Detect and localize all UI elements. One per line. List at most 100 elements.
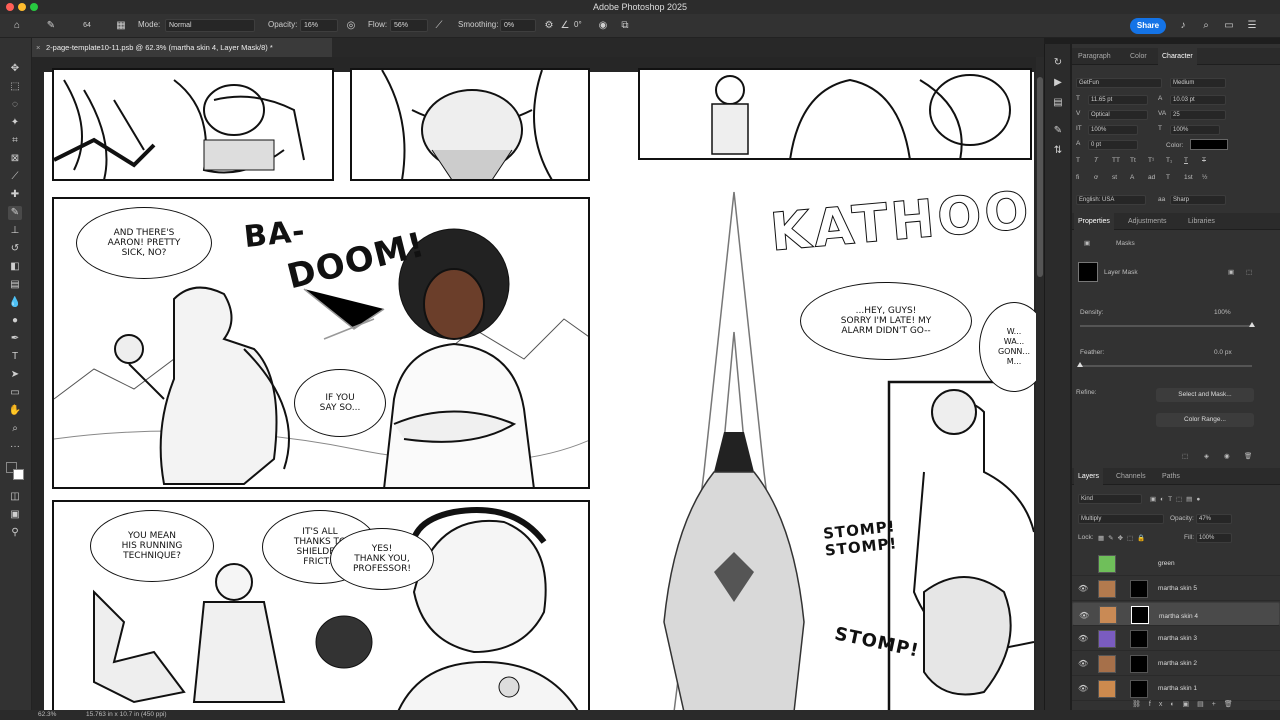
background-color-swatch[interactable] bbox=[13, 469, 24, 480]
enable-mask-icon[interactable]: ◉ bbox=[1224, 452, 1230, 460]
healing-brush-icon[interactable]: ✚ bbox=[8, 188, 22, 202]
subscript-button[interactable]: T₁ bbox=[1166, 157, 1172, 164]
brush-tool-icon[interactable]: ✎ bbox=[8, 206, 22, 220]
lasso-tool-icon[interactable]: ◌ bbox=[8, 98, 22, 112]
crop-tool-icon[interactable]: ⌗ bbox=[8, 134, 22, 148]
layer-filter-icons[interactable]: ▣◐T⬚▤● bbox=[1150, 495, 1204, 503]
layer-mask-thumbnail[interactable] bbox=[1130, 680, 1148, 698]
canvas-area[interactable]: AND THERE'S AARON! PRETTY SICK, NO? BA- … bbox=[32, 57, 1044, 710]
gear-icon[interactable]: ⚙ bbox=[542, 19, 556, 33]
language-select[interactable]: English: USA bbox=[1076, 195, 1146, 205]
font-family-select[interactable]: GetFun bbox=[1076, 78, 1162, 88]
select-and-mask-button[interactable]: Select and Mask... bbox=[1156, 388, 1254, 402]
eraser-icon[interactable]: ◧ bbox=[8, 260, 22, 274]
swash-button[interactable]: A bbox=[1130, 174, 1134, 181]
font-size-field[interactable]: 11.65 pt bbox=[1088, 95, 1148, 105]
tab-paragraph[interactable]: Paragraph bbox=[1074, 48, 1115, 65]
superscript-button[interactable]: T¹ bbox=[1148, 157, 1154, 164]
visibility-eye-icon[interactable]: 👁 bbox=[1078, 634, 1088, 643]
rectangle-tool-icon[interactable]: ▭ bbox=[8, 386, 22, 400]
eyedropper-icon[interactable]: ⟋ bbox=[8, 170, 22, 184]
comments-icon[interactable]: ▤ bbox=[1051, 96, 1065, 110]
airbrush-icon[interactable]: ⟋ bbox=[432, 19, 446, 33]
magic-wand-icon[interactable]: ✦ bbox=[8, 116, 22, 130]
layer-actions-bar[interactable]: ⛓fx◐▣▤+🗑 bbox=[1132, 700, 1272, 710]
all-caps-button[interactable]: TT bbox=[1112, 157, 1120, 164]
flow-field[interactable]: 56% bbox=[390, 19, 428, 32]
path-selection-icon[interactable]: ➤ bbox=[8, 368, 22, 382]
text-color-swatch[interactable] bbox=[1190, 139, 1228, 150]
pressure-size-icon[interactable]: ◉ bbox=[596, 19, 610, 33]
horizontal-scale-field[interactable]: 100% bbox=[1170, 125, 1220, 135]
feather-slider[interactable] bbox=[1077, 362, 1252, 367]
workspace-icon[interactable]: ▭ bbox=[1222, 19, 1236, 33]
ordinals-button[interactable]: 1st bbox=[1184, 174, 1193, 181]
visibility-eye-icon[interactable]: 👁 bbox=[1078, 584, 1088, 593]
select-pixel-mask-icon[interactable]: ▣ bbox=[1228, 268, 1234, 276]
tab-adjustments[interactable]: Adjustments bbox=[1124, 213, 1171, 230]
comic-page[interactable]: AND THERE'S AARON! PRETTY SICK, NO? BA- … bbox=[44, 68, 1044, 710]
scrollbar-thumb[interactable] bbox=[1037, 77, 1043, 277]
brush-tool-icon[interactable]: ✎ bbox=[44, 19, 58, 33]
smoothing-field[interactable]: 0% bbox=[500, 19, 536, 32]
layer-row[interactable]: 👁 martha skin 4 bbox=[1072, 602, 1280, 626]
tracking-field[interactable]: 25 bbox=[1170, 110, 1226, 120]
hand-tool-icon[interactable]: ✋ bbox=[8, 404, 22, 418]
tab-paths[interactable]: Paths bbox=[1158, 468, 1184, 485]
gradient-tool-icon[interactable]: ▤ bbox=[8, 278, 22, 292]
pressure-opacity-icon[interactable]: ◎ bbox=[344, 19, 358, 33]
layer-blend-mode-select[interactable]: Multiply bbox=[1078, 514, 1164, 524]
more-icon[interactable]: ☰ bbox=[1245, 19, 1259, 33]
density-value[interactable]: 100% bbox=[1214, 309, 1231, 316]
more-tools-icon[interactable]: ··· bbox=[8, 440, 22, 454]
bell-icon[interactable]: ♪ bbox=[1176, 19, 1190, 33]
tab-color[interactable]: Color bbox=[1126, 48, 1151, 65]
visibility-eye-icon[interactable]: 👁 bbox=[1079, 610, 1089, 621]
alternates-button[interactable]: ơ bbox=[1094, 174, 1098, 181]
layer-fill-field[interactable]: 100% bbox=[1196, 533, 1232, 543]
kerning-field[interactable]: Optical bbox=[1088, 110, 1148, 120]
home-icon[interactable]: ⌂ bbox=[10, 19, 24, 33]
document-tab[interactable]: × 2-page-template10-11.psb @ 62.3% (mart… bbox=[32, 38, 332, 57]
tab-libraries[interactable]: Libraries bbox=[1184, 213, 1219, 230]
font-style-select[interactable]: Medium bbox=[1170, 78, 1226, 88]
symmetry-icon[interactable]: ⧉ bbox=[618, 19, 632, 33]
faux-italic-button[interactable]: T bbox=[1094, 157, 1098, 164]
discretionary-ligatures-button[interactable]: st bbox=[1112, 174, 1117, 181]
layer-mask-thumbnail[interactable] bbox=[1130, 580, 1148, 598]
layer-filter-kind[interactable]: Kind bbox=[1078, 494, 1142, 504]
tab-properties[interactable]: Properties bbox=[1074, 213, 1114, 230]
type-tool-icon[interactable]: T bbox=[8, 350, 22, 364]
maximize-window-button[interactable] bbox=[30, 3, 38, 11]
faux-bold-button[interactable]: T bbox=[1076, 157, 1080, 164]
layer-row[interactable]: 👁 martha skin 1 bbox=[1072, 677, 1280, 701]
layer-mask-thumbnail[interactable] bbox=[1131, 606, 1149, 624]
load-selection-icon[interactable]: ⬚ bbox=[1182, 452, 1188, 460]
stylistic-button[interactable]: ad bbox=[1148, 174, 1155, 181]
brush-settings-icon[interactable]: ▦ bbox=[114, 19, 128, 33]
leading-field[interactable]: 10.03 pt bbox=[1170, 95, 1226, 105]
layer-row[interactable]: 👁 martha skin 2 bbox=[1072, 652, 1280, 676]
move-tool-icon[interactable]: ✥ bbox=[8, 62, 22, 76]
delete-mask-icon[interactable]: 🗑 bbox=[1244, 452, 1252, 460]
layer-opacity-field[interactable]: 47% bbox=[1196, 514, 1232, 524]
actions-play-icon[interactable]: ▶ bbox=[1051, 76, 1065, 90]
edit-toolbar-icon[interactable]: ⚲ bbox=[8, 526, 22, 540]
adjustments-icon[interactable]: ⇅ bbox=[1051, 144, 1065, 158]
frame-tool-icon[interactable]: ⊠ bbox=[8, 152, 22, 166]
layer-mask-thumbnail[interactable] bbox=[1130, 630, 1148, 648]
quick-mask-icon[interactable]: ◫ bbox=[8, 490, 22, 504]
ligatures-button[interactable]: fi bbox=[1076, 174, 1079, 181]
close-window-button[interactable] bbox=[6, 3, 14, 11]
share-button[interactable]: Share bbox=[1130, 18, 1166, 34]
lock-icons[interactable]: ▦✎✥⬚🔒 bbox=[1098, 534, 1149, 542]
blur-tool-icon[interactable]: 💧 bbox=[8, 296, 22, 310]
dodge-tool-icon[interactable]: ● bbox=[8, 314, 22, 328]
canvas-scrollbar[interactable] bbox=[1036, 57, 1044, 710]
artboard-tool-icon[interactable]: ⬚ bbox=[8, 80, 22, 94]
underline-button[interactable]: T bbox=[1184, 157, 1188, 164]
brush-settings-panel-icon[interactable]: ✎ bbox=[1051, 124, 1065, 138]
zoom-level[interactable]: 62.3% bbox=[38, 710, 56, 720]
apply-mask-icon[interactable]: ◈ bbox=[1204, 452, 1209, 460]
layer-row[interactable]: 👁 martha skin 5 bbox=[1072, 577, 1280, 601]
